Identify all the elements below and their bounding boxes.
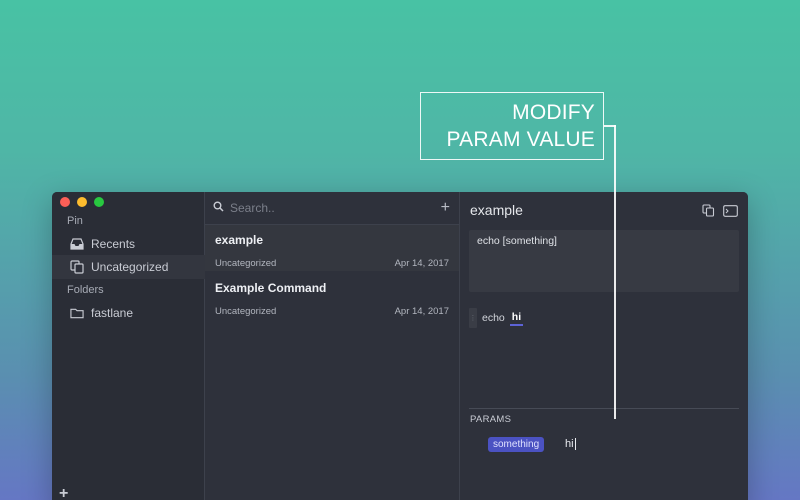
callout-line-2: PARAM VALUE bbox=[446, 128, 595, 151]
command-editor[interactable]: echo [something] bbox=[469, 230, 739, 292]
param-value-input[interactable]: hi bbox=[565, 438, 576, 450]
param-value-text: hi bbox=[565, 438, 574, 450]
sidebar-item-uncategorized[interactable]: Uncategorized bbox=[52, 255, 205, 279]
command-list: Search.. + example Uncategorized Apr 14,… bbox=[205, 192, 460, 500]
search-icon bbox=[213, 199, 224, 217]
search-bar[interactable]: Search.. + bbox=[205, 192, 459, 225]
command-title: example bbox=[215, 233, 264, 247]
terminal-icon[interactable] bbox=[723, 204, 738, 222]
search-input[interactable]: Search.. bbox=[230, 201, 275, 215]
callout-pointer-line bbox=[614, 125, 616, 419]
sidebar: Pin Recents Uncategorized Folders fastla… bbox=[52, 192, 205, 500]
sidebar-item-label: fastlane bbox=[91, 306, 134, 320]
sidebar-item-recents[interactable]: Recents bbox=[52, 232, 205, 256]
params-divider bbox=[469, 408, 739, 409]
app-window: Pin Recents Uncategorized Folders fastla… bbox=[52, 192, 748, 500]
list-item[interactable]: Example Command Uncategorized Apr 14, 20… bbox=[205, 273, 459, 319]
command-category: Uncategorized bbox=[215, 258, 277, 269]
inbox-icon bbox=[70, 237, 84, 251]
zoom-window-button[interactable] bbox=[94, 197, 104, 207]
copy-icon bbox=[70, 260, 84, 274]
callout-line-1: MODIFY bbox=[512, 101, 595, 124]
callout-box: MODIFY PARAM VALUE bbox=[420, 92, 604, 160]
add-command-button[interactable]: + bbox=[441, 200, 450, 216]
list-item[interactable]: example Uncategorized Apr 14, 2017 bbox=[205, 225, 459, 271]
sidebar-folder-fastlane[interactable]: fastlane bbox=[52, 301, 205, 325]
minimize-window-button[interactable] bbox=[77, 197, 87, 207]
copy-icon[interactable] bbox=[702, 204, 715, 222]
drag-handle-icon[interactable]: ⋮ bbox=[469, 308, 477, 328]
command-preview: ⋮ echo hi bbox=[469, 308, 524, 328]
detail-title: example bbox=[470, 202, 523, 218]
folder-icon bbox=[70, 306, 84, 320]
close-window-button[interactable] bbox=[60, 197, 70, 207]
command-title: Example Command bbox=[215, 281, 327, 295]
text-caret bbox=[574, 438, 576, 450]
pin-section-label: Pin bbox=[67, 215, 83, 227]
command-text: echo [something] bbox=[477, 235, 557, 247]
detail-pane: example echo [something] ⋮ echo hi PARAM… bbox=[460, 192, 748, 500]
preview-command: echo bbox=[482, 312, 505, 324]
command-category: Uncategorized bbox=[215, 306, 277, 317]
command-date: Apr 14, 2017 bbox=[394, 258, 449, 269]
add-folder-button[interactable]: + bbox=[59, 486, 68, 500]
params-section-label: PARAMS bbox=[470, 414, 512, 425]
command-date: Apr 14, 2017 bbox=[394, 306, 449, 317]
window-controls bbox=[60, 197, 104, 207]
preview-param-value[interactable]: hi bbox=[509, 311, 524, 326]
folders-section-label: Folders bbox=[67, 284, 104, 296]
detail-toolbar bbox=[702, 204, 738, 222]
sidebar-item-label: Uncategorized bbox=[91, 260, 169, 274]
sidebar-item-label: Recents bbox=[91, 237, 136, 251]
param-name-badge: something bbox=[488, 437, 545, 452]
